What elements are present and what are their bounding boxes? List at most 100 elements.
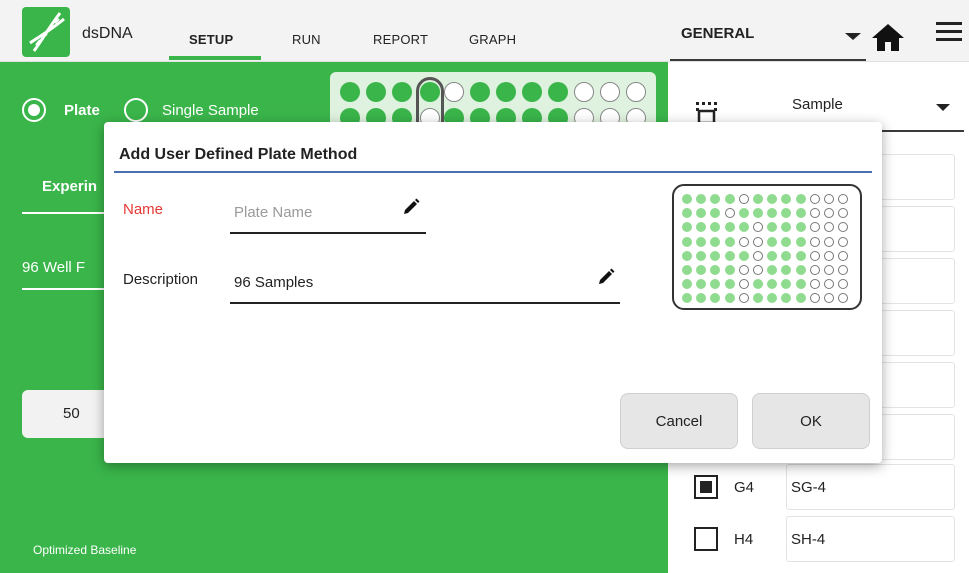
tab-setup[interactable]: SETUP (189, 32, 233, 47)
plate-radio[interactable] (22, 98, 46, 122)
plate-well (838, 265, 849, 275)
plate-well (781, 265, 792, 275)
single-sample-label: Single Sample (162, 102, 259, 119)
plate-well (738, 208, 749, 219)
pencil-icon[interactable] (402, 198, 420, 216)
plate-well (738, 293, 749, 304)
plate-well (682, 236, 692, 247)
plate-well (809, 293, 820, 304)
home-icon[interactable] (870, 22, 906, 52)
plate-strip-preview[interactable] (330, 72, 656, 128)
plate-well (824, 208, 834, 219)
plate-well (795, 222, 806, 233)
active-tab-indicator (169, 56, 261, 60)
well-format-underline (22, 288, 112, 290)
well-h4-checkbox[interactable] (694, 527, 718, 551)
plate-well (767, 293, 778, 304)
baseline-label: Optimized Baseline (33, 543, 137, 557)
description-input[interactable] (230, 262, 620, 304)
plate-well (753, 293, 763, 304)
tab-graph[interactable]: GRAPH (469, 32, 516, 47)
plate-well (781, 293, 792, 304)
dialog-title: Add User Defined Plate Method (119, 146, 358, 163)
chevron-down-icon[interactable] (936, 104, 950, 111)
plate-grid-icon[interactable] (696, 102, 718, 124)
sample-cell[interactable]: SH-4 (786, 516, 955, 562)
plate-well (809, 250, 820, 261)
cancel-button[interactable]: Cancel (620, 393, 738, 449)
plate-well (696, 250, 707, 261)
sample-name: SG-4 (791, 479, 827, 496)
plate-well (838, 293, 849, 304)
plate-well (682, 194, 692, 204)
chevron-down-icon[interactable] (845, 33, 861, 40)
strip-column-selector[interactable] (416, 77, 444, 128)
plate-well (710, 265, 721, 275)
strip-well (626, 82, 646, 102)
tab-report[interactable]: REPORT (373, 32, 428, 47)
plate-name-input[interactable] (230, 192, 426, 234)
plate-well (838, 236, 849, 247)
menu-icon[interactable] (936, 22, 962, 46)
pencil-icon[interactable] (597, 268, 615, 286)
plate-well (781, 194, 792, 204)
plate-well (809, 265, 820, 275)
single-sample-radio[interactable] (124, 98, 148, 122)
plate-well (824, 236, 834, 247)
plate-well (795, 265, 806, 275)
plate-well (781, 236, 792, 247)
volume-value: 50 (63, 405, 80, 422)
plate-well (753, 265, 763, 275)
general-dropdown[interactable]: GENERAL (681, 25, 754, 42)
plate-well (753, 236, 763, 247)
general-dropdown-underline (670, 59, 866, 61)
plate-well (767, 279, 778, 290)
tab-run[interactable]: RUN (292, 32, 321, 47)
well-g4-checkbox[interactable] (694, 475, 718, 499)
plate-map-preview (672, 184, 862, 310)
well-format-label[interactable]: 96 Well F (22, 259, 85, 276)
plate-well (724, 250, 735, 261)
well-id: G4 (734, 479, 755, 496)
plate-well (738, 279, 749, 290)
plate-well (809, 279, 820, 290)
plate-well (795, 279, 806, 290)
plate-well (738, 222, 749, 233)
plate-well (753, 208, 763, 219)
plate-well (795, 208, 806, 219)
strip-well (392, 82, 412, 102)
plate-well (767, 236, 778, 247)
plate-well (767, 250, 778, 261)
plate-well (838, 222, 849, 233)
strip-well (444, 82, 464, 102)
plate-well (795, 293, 806, 304)
plate-well (781, 250, 792, 261)
top-bar: dsDNA SETUP RUN REPORT GRAPH GENERAL (0, 0, 969, 62)
plate-well (781, 222, 792, 233)
plate-well (767, 208, 778, 219)
plate-well (682, 265, 692, 275)
plate-well (753, 194, 763, 204)
plate-well (724, 293, 735, 304)
plate-well (753, 222, 763, 233)
strip-well (574, 82, 594, 102)
plate-well (696, 293, 707, 304)
plate-well (724, 236, 735, 247)
plate-well (696, 265, 707, 275)
plate-well (710, 279, 721, 290)
sample-dropdown[interactable]: Sample (792, 96, 843, 113)
plate-radio-label: Plate (64, 102, 100, 119)
sample-cell[interactable]: SG-4 (786, 464, 955, 510)
plate-well (696, 194, 707, 204)
plate-well (781, 208, 792, 219)
plate-well (710, 208, 721, 219)
ok-button[interactable]: OK (752, 393, 870, 449)
plate-well (710, 222, 721, 233)
sample-name: SH-4 (791, 531, 826, 548)
plate-well (724, 194, 735, 204)
plate-well (696, 222, 707, 233)
plate-well (838, 208, 849, 219)
name-label: Name (123, 201, 164, 218)
strip-well (522, 82, 542, 102)
plate-well (710, 250, 721, 261)
